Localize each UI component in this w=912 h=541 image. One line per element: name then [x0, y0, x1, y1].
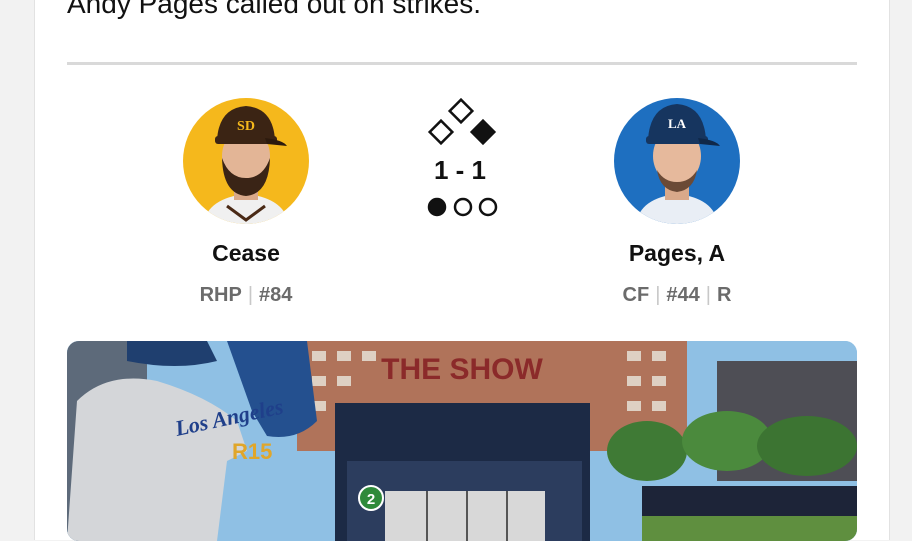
batter-meta: CF | #44 | R [567, 284, 787, 307]
play-description: Andy Pages called out on strikes. [67, 0, 482, 19]
svg-text:R15: R15 [232, 439, 272, 464]
third-base-icon [427, 118, 455, 146]
separator: | [705, 284, 711, 306]
batter-avatar[interactable]: LA [614, 98, 740, 224]
play-video-thumbnail[interactable]: THE SHOW Los Angeles R15 2 [67, 341, 857, 541]
outs-indicator [427, 197, 498, 217]
batter-bats: R [717, 284, 732, 306]
out-dot-3 [478, 197, 498, 217]
batter-number: #44 [666, 284, 700, 306]
out-dot-2 [453, 197, 473, 217]
batter-position: CF [622, 284, 650, 306]
pitcher-number: #84 [259, 284, 293, 306]
out-dot-1 [427, 197, 447, 217]
second-base-icon [447, 97, 475, 125]
count: 1 - 1 [433, 155, 487, 185]
pitcher-name[interactable]: Cease [136, 240, 356, 267]
svg-text:SD: SD [237, 119, 255, 134]
divider [67, 62, 857, 65]
separator: | [247, 284, 254, 306]
first-base-icon [469, 118, 497, 146]
batter-name[interactable]: Pages, A [567, 240, 787, 267]
separator: | [655, 284, 661, 306]
pitcher-avatar[interactable]: SD [183, 98, 309, 224]
pitcher-position: RHP [199, 284, 242, 306]
pitch-marker: 2 [367, 491, 375, 508]
svg-text:LA: LA [668, 116, 687, 131]
scoreboard-sign: THE SHOW [381, 353, 543, 386]
bases-diamond [427, 97, 497, 146]
pitcher-meta: RHP | #84 [136, 284, 356, 307]
